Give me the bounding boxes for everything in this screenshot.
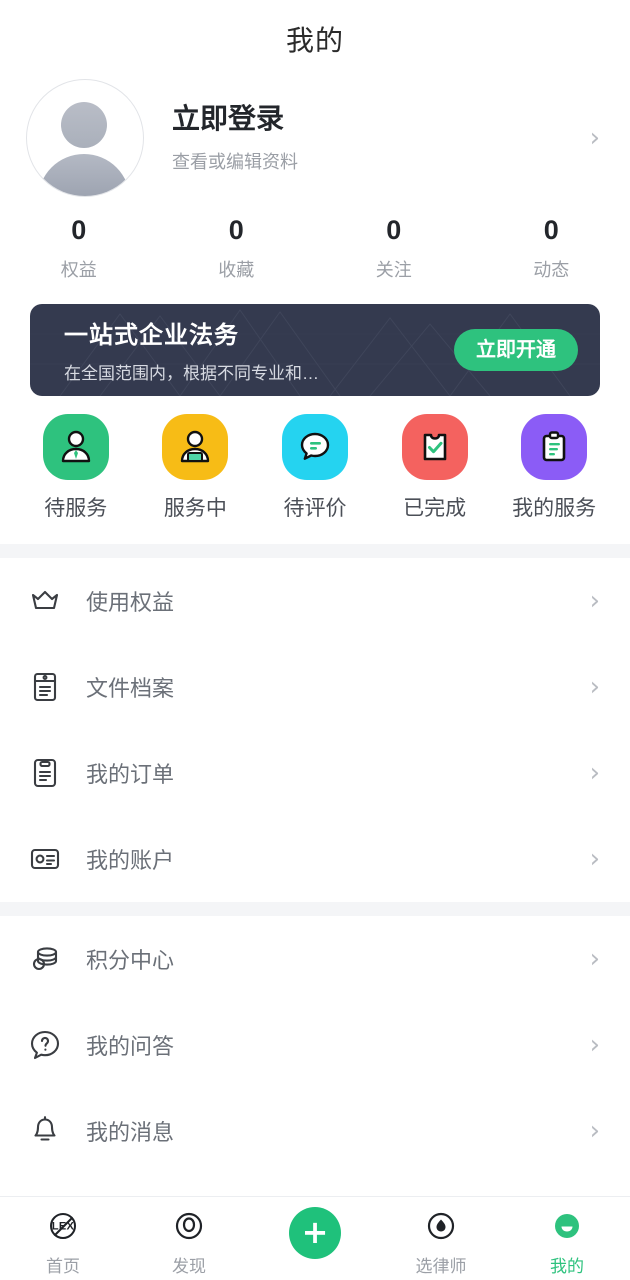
stat-item-favorites[interactable]: 0 收藏	[158, 215, 316, 282]
service-item-pending[interactable]: 待服务	[16, 413, 136, 522]
chevron-right-icon[interactable]: ›	[590, 125, 600, 151]
plus-fab-icon[interactable]: +	[289, 1207, 341, 1259]
my-profile-screen: 我的 立即登录 查看或编辑资料 › 0 权益 0 收藏 0 关注 0 动态 一站…	[0, 0, 630, 1280]
menu-group-primary: 使用权益 › 文件档案 › 我的订单 › 我的账户 ›	[0, 557, 630, 902]
question-bubble-icon	[26, 1026, 64, 1064]
section-divider	[0, 543, 630, 558]
menu-label: 我的消息	[86, 1119, 175, 1145]
menu-label: 我的订单	[86, 761, 175, 787]
menu-item-files[interactable]: 文件档案 ›	[0, 644, 630, 730]
bottom-tab-bar: LEX 首页 发现 +	[0, 1196, 630, 1280]
profile-text: 立即登录 查看或编辑资料	[172, 102, 590, 174]
chevron-right-icon[interactable]: ›	[590, 1118, 600, 1144]
tab-label: 我的	[550, 1257, 584, 1276]
menu-item-account[interactable]: 我的账户 ›	[0, 816, 630, 902]
tab-create-button[interactable]: +	[252, 1205, 378, 1259]
service-label: 我的服务	[512, 496, 597, 520]
tab-label: 发现	[172, 1257, 206, 1276]
stat-label: 关注	[375, 259, 412, 280]
chevron-right-icon[interactable]: ›	[590, 760, 600, 786]
service-item-myservices[interactable]: 我的服务	[494, 413, 614, 522]
menu-label: 积分中心	[86, 947, 175, 973]
order-list-icon	[26, 754, 64, 792]
menu-item-qa[interactable]: 我的问答 ›	[0, 1002, 630, 1088]
crown-icon	[26, 582, 64, 620]
service-item-completed[interactable]: 已完成	[375, 413, 495, 522]
chat-bubble-icon	[281, 413, 348, 480]
profile-subtitle: 查看或编辑资料	[172, 151, 298, 172]
stat-label: 动态	[533, 259, 570, 280]
stat-item-rights[interactable]: 0 权益	[0, 215, 158, 282]
service-status-row: 待服务 服务中 待评价 已完成 我的服务	[0, 396, 630, 544]
discover-ring-icon	[168, 1205, 210, 1247]
section-divider	[0, 901, 630, 916]
service-item-review[interactable]: 待评价	[255, 413, 375, 522]
chevron-right-icon[interactable]: ›	[590, 674, 600, 700]
id-card-icon	[26, 840, 64, 878]
menu-label: 我的问答	[86, 1033, 175, 1059]
banner-subtitle: 在全国范围内，根据不同专业和…	[64, 364, 319, 384]
person-desk-icon	[162, 413, 229, 480]
tab-home[interactable]: LEX 首页	[0, 1205, 126, 1277]
service-label: 服务中	[163, 496, 227, 520]
menu-label: 使用权益	[86, 589, 175, 615]
lex-home-icon: LEX	[42, 1205, 84, 1247]
avatar[interactable]	[26, 79, 144, 197]
page-title: 我的	[285, 25, 344, 56]
avatar-body-shape	[38, 154, 130, 196]
stat-item-following[interactable]: 0 关注	[315, 215, 473, 282]
menu-item-messages[interactable]: 我的消息 ›	[0, 1088, 630, 1174]
service-item-inprogress[interactable]: 服务中	[136, 413, 256, 522]
stat-value: 0	[71, 215, 87, 245]
stat-value: 0	[543, 215, 559, 245]
default-avatar-person-icon	[61, 102, 107, 148]
profile-row[interactable]: 立即登录 查看或编辑资料 ›	[0, 78, 630, 198]
service-label: 待评价	[283, 496, 347, 520]
page-header: 我的	[0, 0, 630, 78]
file-archive-icon	[26, 668, 64, 706]
person-tie-icon	[42, 413, 109, 480]
service-label: 待服务	[44, 496, 108, 520]
stat-value: 0	[228, 215, 244, 245]
coins-icon	[26, 940, 64, 978]
clipboard-lines-icon	[521, 413, 588, 480]
stats-row: 0 权益 0 收藏 0 关注 0 动态	[0, 198, 630, 304]
promo-banner[interactable]: 一站式企业法务 在全国范围内，根据不同专业和… 立即开通	[30, 303, 600, 396]
chevron-right-icon[interactable]: ›	[590, 946, 600, 972]
tab-discover[interactable]: 发现	[126, 1205, 252, 1277]
menu-item-orders[interactable]: 我的订单 ›	[0, 730, 630, 816]
droplet-circle-icon	[420, 1205, 462, 1247]
menu-item-rights[interactable]: 使用权益 ›	[0, 558, 630, 644]
bell-icon	[26, 1112, 64, 1150]
tab-label: 首页	[46, 1257, 80, 1276]
chevron-right-icon[interactable]: ›	[590, 588, 600, 614]
activate-now-button[interactable]: 立即开通	[454, 328, 578, 371]
tab-profile[interactable]: 我的	[504, 1205, 630, 1277]
promo-banner-wrap: 一站式企业法务 在全国范围内，根据不同专业和… 立即开通	[0, 303, 630, 396]
tab-choose-lawyer[interactable]: 选律师	[378, 1205, 504, 1277]
clipboard-check-icon	[401, 413, 468, 480]
plus-glyph: +	[301, 1212, 329, 1251]
stat-label: 收藏	[218, 259, 255, 280]
menu-item-points[interactable]: 积分中心 ›	[0, 916, 630, 1002]
stat-label: 权益	[60, 259, 97, 280]
chevron-right-icon[interactable]: ›	[590, 1032, 600, 1058]
chevron-right-icon[interactable]: ›	[590, 846, 600, 872]
service-label: 已完成	[403, 496, 467, 520]
menu-group-secondary: 积分中心 › 我的问答 › 我的消息 ›	[0, 915, 630, 1174]
tab-label: 选律师	[415, 1257, 467, 1276]
menu-label: 文件档案	[86, 675, 175, 701]
profile-face-icon	[546, 1205, 588, 1247]
login-prompt-label[interactable]: 立即登录	[172, 102, 590, 136]
banner-texts: 一站式企业法务 在全国范围内，根据不同专业和…	[64, 315, 454, 384]
stat-value: 0	[386, 215, 402, 245]
menu-label: 我的账户	[86, 847, 175, 873]
banner-title: 一站式企业法务	[64, 322, 239, 350]
stat-item-activity[interactable]: 0 动态	[473, 215, 630, 282]
